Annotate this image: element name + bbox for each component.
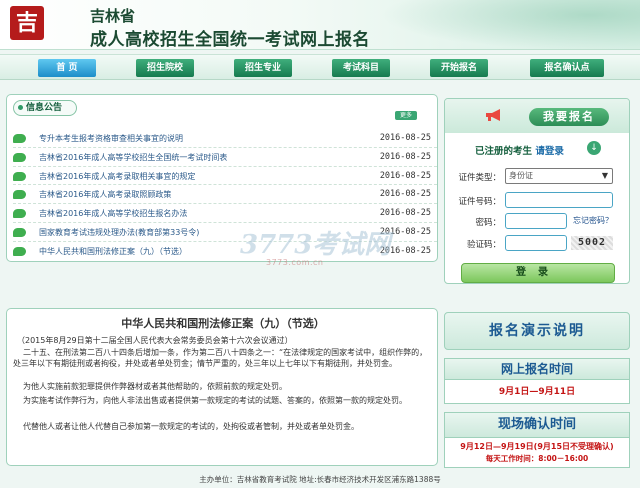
id-type-label: 证件类型： — [458, 173, 501, 183]
notice-item[interactable]: 吉林省2016年成人高考录取照顾政策 2016-08-25 — [13, 185, 437, 205]
law-paragraph: 为实施考试作弊行为，向他人非法出售或者提供第一款规定的考试的试题、答案的，依照第… — [23, 396, 407, 405]
nav-confirm-points[interactable]: 报名确认点 — [530, 59, 604, 77]
notice-link[interactable]: 国家教育考试违规处理办法(教育部第33号令) — [39, 227, 199, 238]
site-title-province: 吉林省 — [90, 7, 136, 25]
speech-bubble-icon — [13, 171, 26, 181]
captcha-label: 验证码： — [466, 240, 501, 250]
arrow-down-icon: ↓ — [587, 141, 601, 155]
notice-date: 2016-08-25 — [379, 170, 431, 181]
forgot-password-link[interactable]: 忘记密码？ — [573, 215, 613, 226]
notice-link[interactable]: 吉林省2016年成人高等学校招生全国统一考试时间表 — [39, 152, 227, 163]
register-header: 我要报名 — [445, 99, 629, 133]
demo-guide-title[interactable]: 报名演示说明 — [444, 312, 630, 350]
notice-item[interactable]: 吉林省2016年成人高考录取相关事宜的规定 2016-08-25 — [13, 167, 437, 186]
notice-item[interactable]: 吉林省2016年成人高等学校招生全国统一考试时间表 2016-08-25 — [13, 148, 437, 167]
password-input[interactable] — [505, 213, 567, 229]
header-decoration — [380, 0, 640, 50]
captcha-input[interactable] — [505, 235, 567, 251]
id-number-input[interactable] — [505, 192, 613, 208]
onsite-confirm-hours: 每天工作时间：8:00－16:00 — [485, 454, 589, 463]
notice-date: 2016-08-25 — [379, 189, 431, 200]
law-paragraph: 二十五、在刑法第二百八十四条后增加一条，作为第二百八十四条之一：“在法律规定的国… — [13, 348, 428, 368]
site-footer: 主办单位：吉林省教育考试院 地址:长春市经济技术开发区浦东路1388号 — [199, 475, 441, 484]
speech-bubble-icon — [13, 190, 26, 200]
speech-bubble-icon — [13, 209, 26, 219]
site-title-main: 成人高校招生全国统一考试网上报名 — [90, 30, 370, 50]
law-title: 中华人民共和国刑法修正案（九）（节选） — [121, 317, 325, 330]
nav-start-register[interactable]: 开始报名 — [430, 59, 488, 77]
nav-majors[interactable]: 招生专业 — [234, 59, 292, 77]
site-header: 吉 吉林省 成人高校招生全国统一考试网上报名 — [0, 0, 640, 50]
id-type-value: 身份证 — [509, 171, 533, 180]
id-number-label: 证件号码： — [458, 197, 501, 207]
speech-bubble-icon — [13, 227, 26, 237]
nav-schools[interactable]: 招生院校 — [136, 59, 194, 77]
main-nav: 首 页 招生院校 招生专业 考试科目 开始报名 报名确认点 — [0, 54, 640, 80]
notice-link[interactable]: 吉林省2016年成人高考录取相关事宜的规定 — [39, 171, 195, 182]
notice-date: 2016-08-25 — [379, 133, 431, 143]
speech-bubble-icon — [13, 246, 26, 256]
speech-bubble-icon — [13, 152, 26, 162]
law-paragraph: 代替他人或者让他人代替自己参加第一款规定的考试的，处拘役或者管制，并处或者单处罚… — [23, 422, 359, 431]
notice-link[interactable]: 专升本考生报考资格审查相关事宜的说明 — [39, 133, 183, 144]
watermark-logo: 3773考试网 — [240, 230, 391, 260]
nav-home[interactable]: 首 页 — [38, 59, 96, 77]
notice-link[interactable]: 吉林省2016年成人高等学校招生报名办法 — [39, 208, 187, 219]
nav-subjects[interactable]: 考试科目 — [332, 59, 390, 77]
notice-date: 2016-08-25 — [379, 151, 431, 162]
login-hint-prefix: 已注册的考生 — [475, 146, 533, 157]
password-label: 密码： — [475, 218, 501, 228]
more-button[interactable]: 更多 — [395, 111, 417, 120]
login-hint-action[interactable]: 请登录 — [535, 146, 564, 157]
online-register-dates: 9月1日—9月11日 — [444, 380, 630, 404]
notice-date: 2016-08-25 — [379, 208, 431, 219]
notice-link[interactable]: 吉林省2016年成人高考录取照顾政策 — [39, 189, 171, 200]
onsite-confirm-title: 现场确认时间 — [444, 412, 630, 438]
captcha-image[interactable]: 5002 — [571, 236, 613, 250]
megaphone-icon — [486, 109, 500, 121]
notice-item[interactable]: 专升本考生报考资格审查相关事宜的说明 2016-08-25 — [13, 129, 437, 148]
online-register-title: 网上报名时间 — [444, 358, 630, 380]
law-paragraph: 为他人实施前款犯罪提供作弊器材或者其他帮助的，依照前款的规定处罚。 — [23, 382, 287, 391]
register-title: 我要报名 — [529, 108, 609, 126]
login-hint: 已注册的考生 请登录 — [475, 143, 564, 157]
onsite-confirm-dates: 9月12日—9月19日(9月15日不受理确认) — [460, 442, 614, 451]
login-button[interactable]: 登录 — [461, 263, 615, 283]
site-logo: 吉 — [10, 6, 44, 40]
speech-bubble-icon — [13, 134, 26, 143]
chevron-down-icon: ▼ — [601, 171, 609, 180]
notice-item[interactable]: 吉林省2016年成人高等学校招生报名办法 2016-08-25 — [13, 204, 437, 223]
register-panel: 我要报名 已注册的考生 请登录 ↓ 证件类型： 身份证 ▼ 证件号码： 密码： … — [444, 98, 630, 284]
law-panel: 中华人民共和国刑法修正案（九）（节选） （2015年8月29日第十二届全国人民代… — [6, 308, 438, 466]
law-paragraph: （2015年8月29日第十二届全国人民代表大会常务委员会第十六次会议通过） — [17, 336, 293, 345]
onsite-confirm-info: 9月12日—9月19日(9月15日不受理确认) 每天工作时间：8:00－16:0… — [444, 438, 630, 468]
notice-title: 信息公告 — [13, 100, 77, 116]
id-type-select[interactable]: 身份证 ▼ — [505, 168, 613, 184]
notice-link[interactable]: 中华人民共和国刑法修正案（九）（节选） — [39, 246, 187, 257]
watermark-url: 3773.com.cn — [266, 258, 324, 267]
